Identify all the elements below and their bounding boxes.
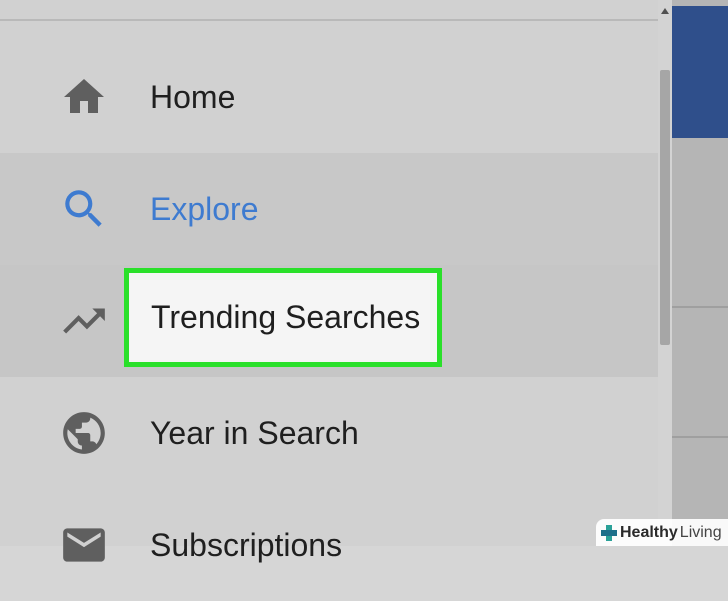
drawer-top-divider bbox=[0, 19, 658, 21]
mail-icon bbox=[58, 519, 110, 571]
menu-item-label: Home bbox=[150, 78, 236, 115]
scrollbar-thumb[interactable] bbox=[660, 70, 670, 345]
watermark: Healthy Living bbox=[596, 519, 728, 546]
search-icon bbox=[58, 183, 110, 235]
menu-item-year-in-search[interactable]: Year in Search bbox=[0, 377, 658, 489]
menu-item-home[interactable]: Home bbox=[0, 41, 658, 153]
background-page bbox=[672, 0, 728, 546]
watermark-text-first: Healthy bbox=[620, 523, 678, 541]
menu-item-label: Year in Search bbox=[150, 414, 359, 451]
highlight-box[interactable]: Trending Searches bbox=[124, 268, 442, 367]
scroll-up-arrow-icon[interactable] bbox=[659, 6, 671, 16]
background-divider bbox=[672, 436, 728, 438]
menu-item-subscriptions[interactable]: Subscriptions bbox=[0, 489, 658, 601]
background-header bbox=[672, 6, 728, 138]
menu-item-explore[interactable]: Explore bbox=[0, 153, 658, 265]
home-icon bbox=[58, 71, 110, 123]
cross-icon bbox=[600, 524, 618, 542]
background-divider bbox=[672, 306, 728, 308]
navigation-drawer: Home Explore Trending Searches Year in S… bbox=[0, 0, 658, 563]
menu-item-label: Explore bbox=[150, 190, 259, 227]
watermark-text-second: Living bbox=[679, 523, 722, 541]
globe-icon bbox=[58, 407, 110, 459]
menu-item-label: Subscriptions bbox=[150, 526, 343, 563]
trending-up-icon bbox=[58, 295, 110, 347]
menu-item-label: Trending Searches bbox=[151, 299, 421, 335]
